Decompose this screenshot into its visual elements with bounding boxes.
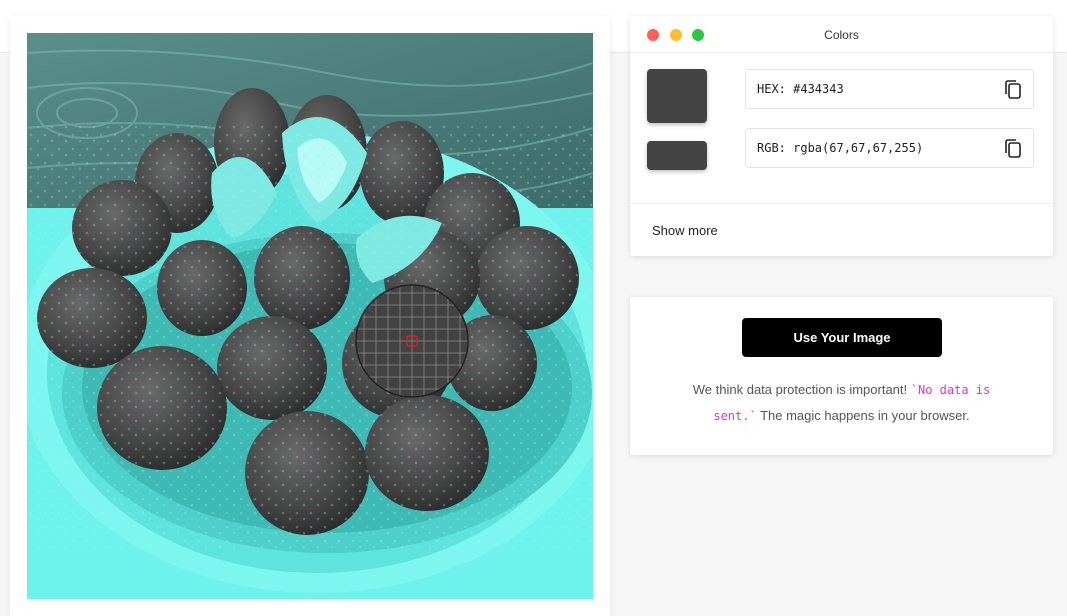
strawberry-tart-image (27, 33, 593, 599)
color-swatch-secondary (647, 141, 707, 170)
color-swatch-primary (647, 69, 707, 123)
privacy-notice-tail: The magic happens in your browser. (756, 408, 970, 423)
copy-icon (1005, 139, 1021, 158)
hex-value-text: HEX: #434343 (757, 82, 844, 96)
colors-panel: Colors HEX: #434343 RGB: rgba(67,67,67,2… (630, 16, 1053, 256)
hex-value-field: HEX: #434343 (745, 69, 1034, 109)
copy-hex-button[interactable] (1003, 79, 1023, 101)
copy-rgb-button[interactable] (1003, 138, 1023, 160)
source-image[interactable] (27, 33, 593, 599)
panel-divider (630, 203, 1053, 204)
privacy-notice-text: We think data protection is important! (692, 382, 911, 397)
use-your-image-button[interactable]: Use Your Image (742, 318, 942, 357)
rgb-value-text: RGB: rgba(67,67,67,255) (757, 141, 924, 155)
colors-panel-title: Colors (824, 28, 859, 42)
colors-titlebar: Colors (630, 16, 1053, 53)
image-card (10, 16, 610, 616)
magnifier-loupe-icon (355, 284, 469, 398)
rgb-value-field: RGB: rgba(67,67,67,255) (745, 128, 1034, 168)
upload-panel: Use Your Image We think data protection … (630, 297, 1053, 455)
show-more-link[interactable]: Show more (652, 223, 718, 238)
privacy-notice: We think data protection is important! `… (670, 377, 1013, 429)
copy-icon (1005, 80, 1021, 99)
